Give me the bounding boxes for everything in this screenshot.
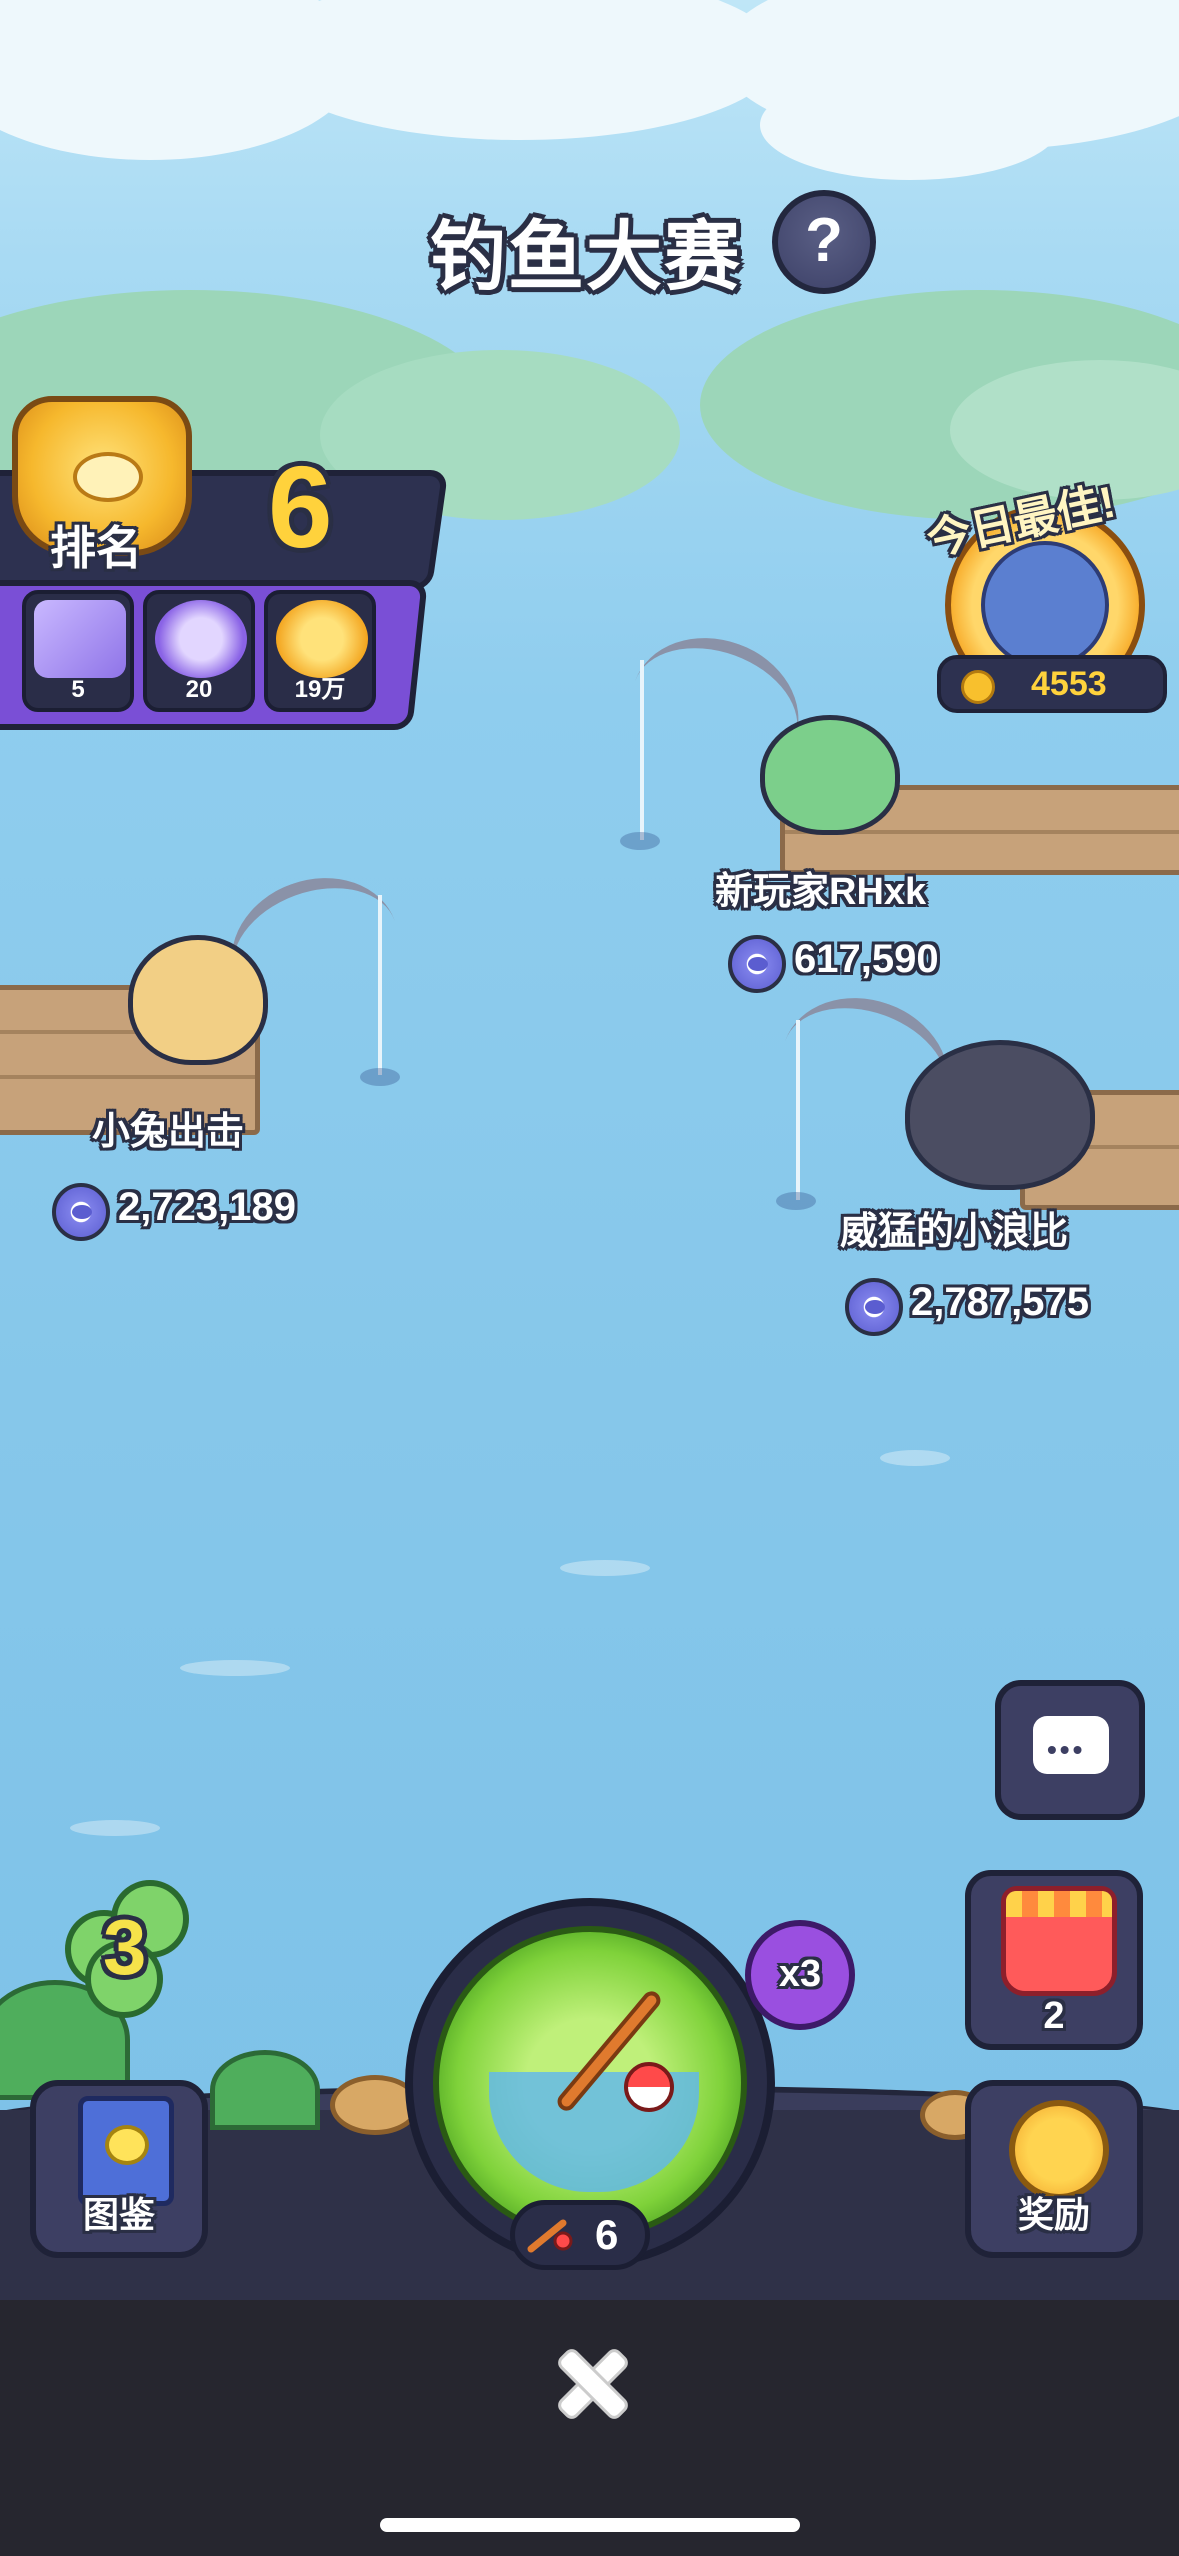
- prize-gold-coins[interactable]: 19万: [264, 590, 376, 712]
- fishing-line: [640, 660, 644, 840]
- chat-button[interactable]: •••: [995, 1680, 1145, 1820]
- player-pet-dino[interactable]: [905, 1040, 1095, 1190]
- player-name: 威猛的小浪比: [840, 1211, 1069, 1253]
- bobber: [620, 832, 660, 850]
- bobber-icon: [624, 2062, 674, 2112]
- bobber: [360, 1068, 400, 1086]
- best-pet-avatar: [981, 541, 1109, 669]
- guide-button[interactable]: 图鉴: [30, 2080, 208, 2258]
- fish-coin-icon: [728, 935, 786, 993]
- medal-icon: [1009, 2100, 1109, 2200]
- player-name: 小兔出击: [92, 1111, 245, 1153]
- water-ripple: [560, 1560, 650, 1576]
- best-today-score: 4553: [937, 655, 1167, 713]
- prize-capsule[interactable]: 20: [143, 590, 255, 712]
- water-ripple: [880, 1450, 950, 1466]
- water-ripple: [180, 1660, 290, 1676]
- bait-bag-icon: [1001, 1886, 1117, 1996]
- rod-icon: [527, 2219, 573, 2253]
- fish-coin-icon: [52, 1183, 110, 1241]
- capsule-icon: [155, 600, 247, 678]
- help-icon: ?: [805, 206, 843, 275]
- player-name: 新玩家RHxk: [715, 871, 927, 913]
- cloud: [760, 70, 1060, 180]
- water-ripple: [70, 1820, 160, 1836]
- fishing-line: [796, 1020, 800, 1200]
- player-pet-frog[interactable]: [760, 715, 900, 835]
- close-icon[interactable]: [549, 2340, 629, 2420]
- clover-counter[interactable]: 3: [55, 1880, 195, 2020]
- bush: [210, 2050, 320, 2130]
- cloud: [260, 0, 780, 140]
- rewards-button[interactable]: 奖励: [965, 2080, 1143, 2258]
- fish-coin-icon: [845, 1278, 903, 1336]
- player-pet-dog[interactable]: [128, 935, 268, 1065]
- page-title: 钓鱼大赛: [430, 215, 742, 300]
- help-button[interactable]: ?: [772, 190, 876, 294]
- home-indicator[interactable]: [380, 2518, 800, 2532]
- coin-icon: [961, 670, 995, 704]
- prize-mystery-box[interactable]: 5: [22, 590, 134, 712]
- bobber: [776, 1192, 816, 1210]
- multiplier-button[interactable]: x3: [745, 1920, 855, 2030]
- gold-coins-icon: [276, 600, 368, 678]
- ranking-label: 排名: [50, 522, 142, 574]
- rod-count: 6: [510, 2200, 650, 2270]
- mystery-box-icon: [34, 600, 126, 678]
- fishing-line: [378, 895, 382, 1075]
- ranking-value: 6: [268, 442, 333, 572]
- bait-bag-button[interactable]: 2: [965, 1870, 1143, 2050]
